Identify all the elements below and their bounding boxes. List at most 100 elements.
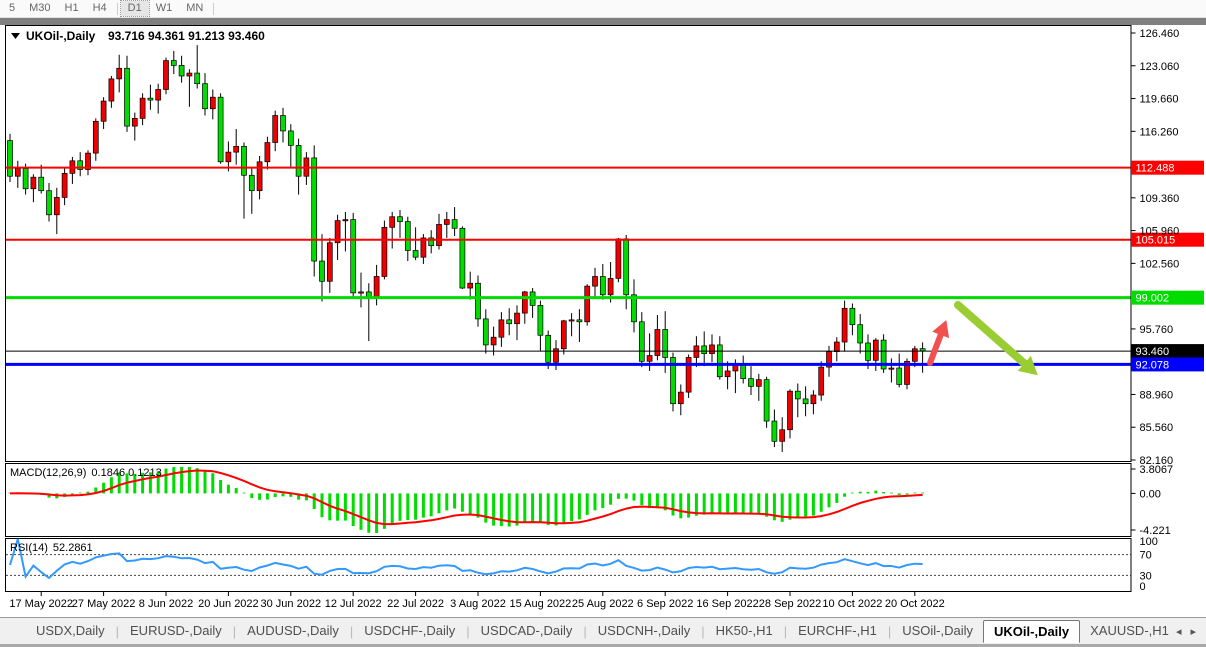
- timeframe-button-h4[interactable]: H4: [86, 1, 114, 16]
- chart-title: UKOil-,Daily: [26, 29, 96, 43]
- candle: [795, 391, 800, 399]
- tab-ukoil-daily[interactable]: UKOil-,Daily: [983, 620, 1080, 643]
- macd-label: MACD(12,26,9)0.1846 0.1213: [10, 467, 162, 479]
- timeframe-button-mn[interactable]: MN: [179, 1, 210, 16]
- candle: [608, 278, 613, 294]
- candle: [624, 239, 629, 295]
- date-tick-label: 22 Jul 2022: [387, 598, 444, 610]
- candle: [132, 118, 137, 126]
- date-tick-label: 12 Jul 2022: [325, 598, 382, 610]
- candle: [858, 325, 863, 343]
- candle: [249, 175, 254, 190]
- chart-title-row: UKOil-,Daily 93.716 94.361 91.213 93.460: [11, 29, 265, 43]
- candle: [203, 84, 208, 109]
- candle: [47, 191, 52, 215]
- price-badge-label: 93.460: [1136, 346, 1170, 358]
- candle: [140, 98, 145, 118]
- tab-eurusd-daily[interactable]: EURUSD-,Daily: [120, 619, 232, 643]
- candle: [749, 379, 754, 387]
- candle: [320, 261, 325, 281]
- candle: [811, 395, 816, 404]
- tab-usdx-daily[interactable]: USDX,Daily: [26, 619, 115, 643]
- timeframe-button-d1[interactable]: D1: [121, 1, 149, 16]
- tab-nav: ◂ ▸: [1176, 625, 1206, 638]
- candle: [616, 239, 621, 279]
- date-tick-label: 3 Aug 2022: [450, 598, 506, 610]
- candle: [585, 286, 590, 322]
- candle: [897, 368, 902, 384]
- candle: [273, 116, 278, 143]
- date-tick-label: 16 Sep 2022: [696, 598, 758, 610]
- timeframe-button-m30[interactable]: M30: [22, 1, 57, 16]
- price-tick-label: 105.960: [1140, 226, 1180, 238]
- candle: [655, 329, 660, 355]
- price-tick-label: 95.760: [1140, 324, 1174, 336]
- candle: [710, 345, 715, 354]
- macd-scale-label: 0.00: [1140, 488, 1161, 500]
- tab-usdcad-daily[interactable]: USDCAD-,Daily: [471, 619, 583, 643]
- candle: [296, 145, 301, 176]
- candle: [866, 343, 871, 360]
- candle: [15, 169, 20, 177]
- candle: [468, 283, 473, 288]
- candle: [164, 61, 169, 90]
- candle: [382, 227, 387, 276]
- timeframe-button-w1[interactable]: W1: [149, 1, 180, 16]
- candle: [741, 365, 746, 378]
- candle: [717, 345, 722, 377]
- price-tick-label: 119.660: [1140, 94, 1179, 106]
- rsi-scale-label: 70: [1140, 550, 1152, 562]
- candle: [803, 399, 808, 404]
- date-tick-label: 15 Aug 2022: [510, 598, 572, 610]
- rsi-scale-label: 0: [1140, 581, 1146, 593]
- tab-audusd-daily[interactable]: AUDUSD-,Daily: [237, 619, 349, 643]
- tab-xauusd-h1[interactable]: XAUUSD-,H1: [1080, 619, 1176, 643]
- candle: [179, 65, 184, 76]
- candle: [889, 368, 894, 369]
- chart-ohlc-values: 93.716 94.361 91.213 93.460: [108, 29, 265, 43]
- candle: [421, 238, 426, 257]
- price-badge-label: 92.078: [1136, 359, 1170, 371]
- candle: [101, 101, 106, 121]
- price-tick-label: 109.360: [1140, 193, 1180, 205]
- date-tick-label: 6 Sep 2022: [637, 598, 693, 610]
- tab-usdcnh-daily[interactable]: USDCNH-,Daily: [588, 619, 700, 643]
- tab-usdchf-daily[interactable]: USDCHF-,Daily: [354, 619, 465, 643]
- candle: [834, 342, 839, 352]
- tab-eurchf-h1[interactable]: EURCHF-,H1: [788, 619, 887, 643]
- timeframe-button-h1[interactable]: H1: [58, 1, 86, 16]
- candle: [499, 320, 504, 337]
- price-tick-label: 102.560: [1140, 258, 1180, 270]
- timeframe-button-5[interactable]: 5: [2, 1, 22, 16]
- tab-usoil-daily[interactable]: USOil-,Daily: [892, 619, 983, 643]
- tab-scroll-right-icon[interactable]: ▸: [1190, 625, 1196, 638]
- candle: [764, 380, 769, 421]
- candle: [210, 97, 215, 109]
- candle: [780, 430, 785, 442]
- candle: [569, 320, 574, 321]
- candle: [772, 421, 777, 441]
- candle: [171, 61, 176, 66]
- candle: [842, 308, 847, 342]
- price-tick-label: 123.060: [1140, 61, 1180, 73]
- candle: [639, 322, 644, 362]
- candle: [600, 276, 605, 294]
- candle: [686, 357, 691, 392]
- tab-hk50-h1[interactable]: HK50-,H1: [706, 619, 783, 643]
- chart-canvas[interactable]: 112.488105.01599.00293.46092.078126.4601…: [0, 25, 1206, 617]
- candle: [93, 121, 98, 153]
- candle: [538, 305, 543, 335]
- date-tick-label: 30 Jun 2022: [261, 598, 322, 610]
- candle: [561, 321, 566, 349]
- rsi-scale-label: 100: [1140, 536, 1158, 548]
- candle: [125, 68, 130, 126]
- candle: [156, 89, 161, 100]
- chart-tabs-bar: USDX,Daily|EURUSD-,Daily|AUDUSD-,Daily|U…: [0, 617, 1206, 644]
- candle: [366, 292, 371, 297]
- candle: [62, 173, 67, 197]
- candle: [281, 116, 286, 131]
- tab-scroll-left-icon[interactable]: ◂: [1176, 625, 1182, 638]
- candle: [195, 73, 200, 84]
- candle: [8, 141, 13, 177]
- date-tick-label: 17 May 2022: [9, 598, 73, 610]
